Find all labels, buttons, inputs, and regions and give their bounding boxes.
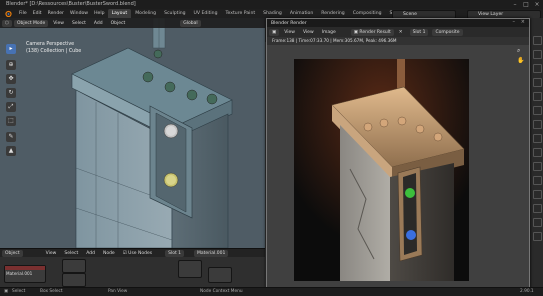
3d-viewport[interactable]: Camera Perspective (138) Collection | Cu… [0, 18, 265, 248]
tab-modeling[interactable]: Modeling [131, 9, 160, 18]
rendered-image [294, 59, 469, 281]
blender-logo-icon[interactable] [0, 9, 16, 18]
render-close-icon[interactable]: × [521, 19, 525, 25]
mode-selector[interactable]: Object Mode [13, 19, 49, 27]
properties-physics-icon[interactable] [533, 148, 542, 157]
maximize-icon[interactable]: □ [521, 0, 531, 9]
rotate-tool-icon[interactable]: ↻ [6, 88, 16, 98]
node-menu-node[interactable]: Node [100, 250, 118, 257]
viewport-menu-add[interactable]: Add [91, 20, 106, 27]
image-browse-selector[interactable]: ▣ Render Result [350, 28, 394, 36]
menu-file[interactable]: File [16, 9, 30, 18]
close-icon[interactable]: × [532, 0, 542, 9]
render-canvas[interactable]: ⌕ ✋ [267, 45, 529, 289]
properties-shader-icon[interactable] [533, 232, 542, 241]
render-slot-selector[interactable]: Slot 1 [409, 28, 429, 36]
render-menu-image[interactable]: Image [319, 29, 339, 36]
render-menu-view[interactable]: View [281, 29, 298, 36]
render-stats: Frame:138 | Time:07:33.70 | Mem:305.67M,… [272, 38, 397, 43]
tab-layout[interactable]: Layout [107, 9, 132, 18]
menu-help[interactable]: Help [91, 9, 107, 18]
texture-node-2[interactable] [62, 273, 86, 287]
node-menu-add[interactable]: Add [83, 250, 98, 257]
menu-edit[interactable]: Edit [30, 9, 45, 18]
tab-rendering[interactable]: Rendering [317, 9, 348, 18]
render-info-bar: Frame:138 | Time:07:33.70 | Mem:305.67M,… [267, 37, 529, 45]
zoom-icon[interactable]: ⌕ [517, 47, 524, 54]
properties-scene-icon[interactable] [533, 92, 542, 101]
texture-node-1[interactable] [62, 259, 86, 273]
view-layer-label: View Layer [478, 12, 504, 17]
viewport-menu-view[interactable]: View [50, 20, 67, 27]
right-sidebar [529, 18, 543, 287]
editor-type-3d-icon[interactable]: ⬡ [2, 19, 12, 27]
render-result-label: Render Result [359, 29, 391, 35]
scene-label: Scene [403, 12, 418, 17]
properties-constraint-icon[interactable] [533, 162, 542, 171]
viewport-header: ⬡ Object Mode View Select Add Object Glo… [0, 18, 265, 28]
title-bar: Blender* [D:\Ressources\Buster\BusterSwo… [0, 0, 543, 9]
properties-object-icon[interactable] [533, 120, 542, 129]
properties-tool-icon[interactable] [533, 36, 542, 45]
material-selector[interactable]: Material.001 [194, 250, 229, 257]
material-output-node[interactable]: Material.001 [4, 265, 46, 283]
node-menu-view[interactable]: View [43, 250, 60, 257]
render-window-title: Blender Render [271, 20, 307, 26]
tab-animation[interactable]: Animation [286, 9, 317, 18]
cursor-tool-icon[interactable]: ⊕ [6, 60, 16, 70]
tab-uv-editing[interactable]: UV Editing [190, 9, 222, 18]
render-menu-view-2[interactable]: View [300, 29, 317, 36]
slot-selector[interactable]: Slot 1 [165, 250, 185, 257]
node-type-selector[interactable]: Object [2, 250, 23, 257]
pan-hand-icon[interactable]: ✋ [517, 57, 524, 64]
menu-window[interactable]: Window [67, 9, 91, 18]
pin-icon[interactable]: ✕ [396, 29, 406, 36]
minimize-icon[interactable]: – [510, 0, 520, 9]
shader-node[interactable] [178, 260, 202, 278]
annotate-tool-icon[interactable]: ✎ [6, 132, 16, 142]
viewport-menu-object[interactable]: Object [108, 20, 129, 27]
orientation-selector[interactable]: Global [180, 19, 201, 27]
render-window: Blender Render – × ▣ View View Image ▣ R… [266, 18, 530, 290]
properties-render-icon[interactable] [533, 50, 542, 59]
tab-texture-paint[interactable]: Texture Paint [222, 9, 260, 18]
viewport-info-collection: (138) Collection | Cube [26, 49, 82, 54]
properties-material-icon[interactable] [533, 190, 542, 199]
select-tool-icon[interactable]: ▸ [6, 44, 16, 54]
node-editor[interactable]: Material.001 [0, 257, 265, 287]
green-gem [405, 188, 415, 198]
image-editor-type-icon[interactable]: ▣ [269, 28, 280, 36]
use-nodes-label: Use Nodes [128, 251, 153, 256]
render-window-header: ▣ View View Image ▣ Render Result ✕ Slot… [267, 27, 529, 37]
menu-render[interactable]: Render [45, 9, 67, 18]
properties-output-icon[interactable] [533, 64, 542, 73]
sword-render [294, 59, 469, 281]
properties-data-icon[interactable] [533, 176, 542, 185]
use-nodes-checkbox[interactable]: ☑ Use Nodes [120, 250, 155, 257]
transform-tool-icon[interactable]: ⬚ [6, 116, 16, 126]
measure-tool-icon[interactable]: ▲ [6, 146, 16, 156]
blue-gem [406, 230, 416, 240]
viewport-menu-select[interactable]: Select [69, 20, 89, 27]
properties-world-icon[interactable] [533, 106, 542, 115]
properties-modifier-icon[interactable] [533, 134, 542, 143]
move-tool-icon[interactable]: ✥ [6, 74, 16, 84]
node-menu-select[interactable]: Select [61, 250, 81, 257]
tab-shading[interactable]: Shading [259, 9, 286, 18]
viewport-info-camera: Camera Perspective [26, 42, 75, 47]
render-window-titlebar: Blender Render – × [267, 19, 529, 27]
properties-texture-icon[interactable] [533, 204, 542, 213]
tab-compositing[interactable]: Compositing [349, 9, 386, 18]
node-label: Material.001 [6, 271, 33, 276]
tab-sculpting[interactable]: Sculpting [160, 9, 189, 18]
properties-view-layer-icon[interactable] [533, 78, 542, 87]
output-node[interactable] [208, 267, 232, 283]
window-title: Blender* [D:\Ressources\Buster\BusterSwo… [6, 1, 136, 7]
properties-particles-icon[interactable] [533, 218, 542, 227]
scale-tool-icon[interactable]: ⤢ [6, 102, 16, 112]
render-layer-selector[interactable]: Composite [432, 28, 463, 36]
render-minimize-icon[interactable]: – [513, 19, 516, 25]
